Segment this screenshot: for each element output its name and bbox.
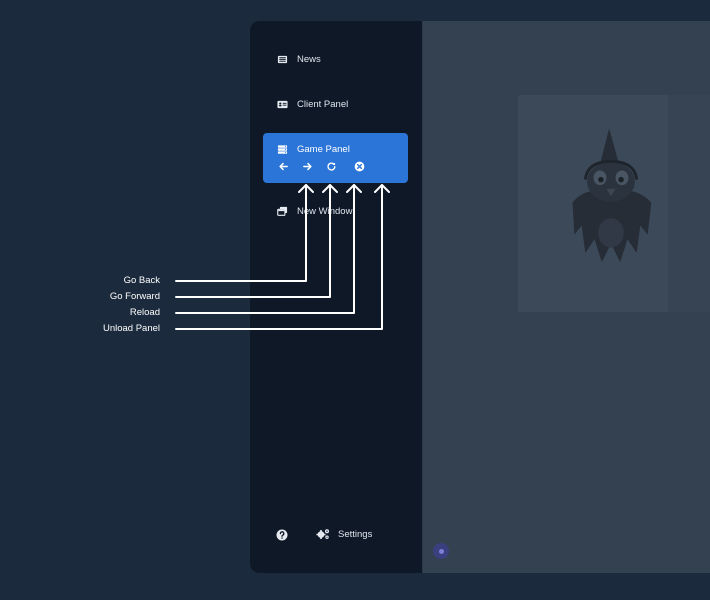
windows-icon [276,205,288,217]
callout-go-back: Go Back [123,275,160,286]
sidebar-item-news[interactable]: News [263,46,408,72]
go-back-button[interactable] [276,159,290,173]
go-forward-button[interactable] [300,159,314,173]
close-circle-icon [354,161,364,171]
arrow-right-icon [302,162,312,170]
sidebar-item-new-window[interactable]: New Window [263,198,408,224]
sidebar: News Client Panel Game Panel New Window … [250,21,422,573]
reload-button[interactable] [324,159,338,173]
sidebar-item-game-panel[interactable]: Game Panel [263,133,408,183]
settings-button[interactable]: Settings [316,525,372,543]
wizard-mascot-image [572,128,652,263]
arrow-left-icon [278,162,288,170]
reload-icon [326,161,335,171]
sidebar-item-label: New Window [297,205,353,217]
question-circle-icon [276,529,288,541]
id-card-icon [276,98,288,110]
gears-icon [316,529,329,539]
help-button[interactable] [276,528,288,541]
sidebar-item-label: News [297,53,321,65]
newspaper-icon [276,53,288,65]
game-preview-image [518,95,710,312]
callout-reload: Reload [129,307,160,318]
app-window: News Client Panel Game Panel New Window … [250,21,710,573]
callout-go-forward: Go Forward [109,291,160,302]
sidebar-item-client-panel[interactable]: Client Panel [263,91,408,117]
game-panel-content[interactable] [422,21,710,573]
status-dot-icon[interactable] [433,543,449,559]
preview-shade [668,95,710,312]
sidebar-item-label: Client Panel [297,98,349,110]
callout-unload-panel: Unload Panel [102,323,160,334]
unload-panel-button[interactable] [352,159,366,173]
sidebar-item-label: Game Panel [297,143,350,155]
settings-label: Settings [338,528,373,540]
server-icon [276,143,288,155]
